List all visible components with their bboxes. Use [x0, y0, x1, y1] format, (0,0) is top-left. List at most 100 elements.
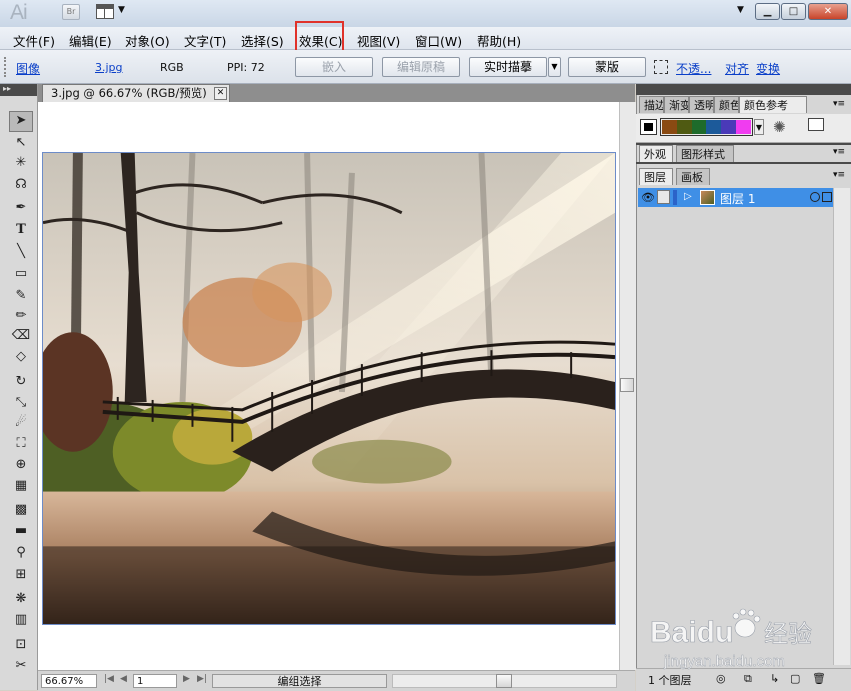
chevron-down-icon[interactable]: ▼	[118, 5, 125, 15]
magic-wand-tool-icon[interactable]: ✳	[11, 154, 31, 172]
close-icon[interactable]: ✕	[214, 87, 227, 100]
selection-indicator-icon[interactable]	[822, 192, 832, 202]
swatch-brown[interactable]	[662, 120, 677, 134]
layer-name[interactable]: 图层 1	[720, 190, 755, 207]
live-trace-dropdown-icon[interactable]: ▼	[548, 57, 561, 77]
swatch-blue[interactable]	[706, 120, 722, 134]
harmony-rules-dropdown-icon[interactable]: ▼	[754, 119, 764, 135]
next-artboard-icon[interactable]: ▶	[183, 674, 190, 684]
tools-panel-grip[interactable]: ▸▸	[0, 84, 37, 96]
menu-window[interactable]: 窗口(W)	[415, 31, 462, 50]
transform-link[interactable]: 变换	[756, 60, 780, 77]
blend-tool-icon[interactable]: ⊞	[11, 566, 31, 584]
free-transform-tool-icon[interactable]: ⛶	[11, 435, 31, 453]
align-link[interactable]: 对齐	[725, 60, 749, 77]
menu-help[interactable]: 帮助(H)	[477, 31, 521, 50]
pencil-tool-icon[interactable]: ✏	[11, 307, 31, 325]
layers-scrollbar[interactable]	[833, 188, 850, 665]
opacity-link[interactable]: 不透...	[676, 60, 711, 77]
panel-menu-icon[interactable]: ▾≡	[833, 147, 845, 157]
tab-graphic-styles[interactable]: 图形样式	[676, 145, 734, 162]
new-layer-icon[interactable]: ▢	[790, 672, 800, 685]
tab-layers[interactable]: 图层	[639, 168, 673, 185]
artboard-number-field[interactable]: 1	[133, 674, 177, 688]
locate-object-icon[interactable]: ◎	[716, 672, 726, 685]
save-color-group-icon[interactable]	[808, 118, 824, 131]
control-bar-grip[interactable]	[4, 57, 12, 77]
new-sublayer-icon[interactable]: ↳	[770, 672, 779, 685]
menu-file[interactable]: 文件(F)	[13, 31, 55, 50]
mask-button[interactable]: 蒙版	[568, 57, 646, 77]
tab-gradient[interactable]: 渐变	[664, 96, 689, 113]
eyedropper-tool-icon[interactable]: ⚲	[11, 544, 31, 562]
harmony-colors-strip[interactable]	[660, 118, 753, 136]
live-trace-button[interactable]: 实时描摹	[469, 57, 547, 77]
mesh-tool-icon[interactable]: ▩	[11, 501, 31, 519]
panel-menu-icon[interactable]: ▾≡	[833, 170, 845, 180]
menu-type[interactable]: 文字(T)	[184, 31, 226, 50]
tab-artboards[interactable]: 画板	[676, 168, 710, 185]
bridge-button[interactable]: Br	[62, 4, 80, 20]
artboard-tool-icon[interactable]: ⊡	[11, 636, 31, 654]
status-menu[interactable]: 编组选择	[212, 674, 387, 688]
tab-transparency[interactable]: 透明	[689, 96, 714, 113]
symbol-sprayer-tool-icon[interactable]: ❋	[11, 590, 31, 608]
tab-stroke[interactable]: 描边	[639, 96, 664, 113]
scale-tool-icon[interactable]: ⤡	[11, 394, 31, 412]
lock-toggle[interactable]	[657, 190, 670, 204]
panel-dock-grip[interactable]	[636, 84, 851, 95]
rectangle-tool-icon[interactable]: ▭	[11, 265, 31, 283]
menu-object[interactable]: 对象(O)	[125, 31, 170, 50]
pen-tool-icon[interactable]: ✒	[11, 199, 31, 217]
swatch-green[interactable]	[691, 120, 707, 134]
close-button[interactable]: ✕	[808, 3, 848, 20]
expand-arrow-icon[interactable]: ▷	[684, 191, 692, 202]
make-clipping-mask-icon[interactable]: ⧉	[744, 672, 752, 686]
selection-tool-icon[interactable]: ➤	[11, 112, 31, 130]
swatch-olive[interactable]	[676, 120, 692, 134]
maximize-button[interactable]: □	[781, 3, 806, 20]
paintbrush-tool-icon[interactable]: ✎	[11, 287, 31, 305]
edit-original-button[interactable]: 编辑原稿	[382, 57, 460, 77]
eraser-tool-icon[interactable]: ◇	[11, 348, 31, 366]
slice-tool-icon[interactable]: ✂	[11, 657, 31, 675]
blob-brush-tool-icon[interactable]: ⌫	[11, 327, 31, 345]
swatch-indigo[interactable]	[721, 120, 737, 134]
delete-layer-icon[interactable]: 🗑	[812, 672, 826, 685]
tab-appearance[interactable]: 外观	[639, 145, 673, 162]
horizontal-scrollbar-thumb[interactable]	[496, 674, 512, 688]
first-artboard-icon[interactable]: |◀	[104, 674, 114, 684]
visibility-eye-icon[interactable]: 👁	[641, 191, 655, 204]
arrange-documents-icon[interactable]	[96, 4, 114, 19]
workspace-dropdown-icon[interactable]: ▼	[737, 5, 744, 15]
embed-button[interactable]: 嵌入	[295, 57, 373, 77]
zoom-field[interactable]: 66.67%	[41, 674, 97, 688]
placed-image-forest-bridge[interactable]	[42, 152, 616, 625]
menu-select[interactable]: 选择(S)	[241, 31, 284, 50]
menu-edit[interactable]: 编辑(E)	[69, 31, 112, 50]
base-color-swatch[interactable]	[640, 119, 657, 135]
direct-selection-tool-icon[interactable]: ↖	[11, 134, 31, 152]
perspective-grid-tool-icon[interactable]: ▦	[11, 477, 31, 495]
last-artboard-icon[interactable]: ▶|	[197, 674, 207, 684]
shape-builder-tool-icon[interactable]: ⊕	[11, 456, 31, 474]
document-tab[interactable]: 3.jpg @ 66.67% (RGB/预览)	[42, 84, 230, 102]
warp-tool-icon[interactable]: ☄	[11, 414, 31, 432]
previous-artboard-icon[interactable]: ◀	[120, 674, 127, 684]
file-name-link[interactable]: 3.jpg	[95, 61, 123, 74]
menu-view[interactable]: 视图(V)	[357, 31, 400, 50]
tab-color-guide[interactable]: 颜色参考	[739, 96, 807, 113]
column-graph-tool-icon[interactable]: ▥	[11, 611, 31, 629]
bounding-box-icon[interactable]	[654, 60, 668, 74]
target-icon[interactable]	[810, 192, 820, 202]
minimize-button[interactable]: ▁	[755, 3, 780, 20]
lasso-tool-icon[interactable]: ☊	[11, 176, 31, 194]
panel-menu-icon[interactable]: ▾≡	[833, 99, 845, 109]
tab-color[interactable]: 颜色	[714, 96, 739, 113]
image-type-link[interactable]: 图像	[16, 60, 40, 77]
color-wheel-icon[interactable]: ✺	[773, 118, 786, 136]
gradient-tool-icon[interactable]: ▬	[11, 522, 31, 540]
swatch-magenta[interactable]	[736, 120, 751, 134]
rotate-tool-icon[interactable]: ↻	[11, 373, 31, 391]
line-tool-icon[interactable]: ╲	[11, 243, 31, 261]
